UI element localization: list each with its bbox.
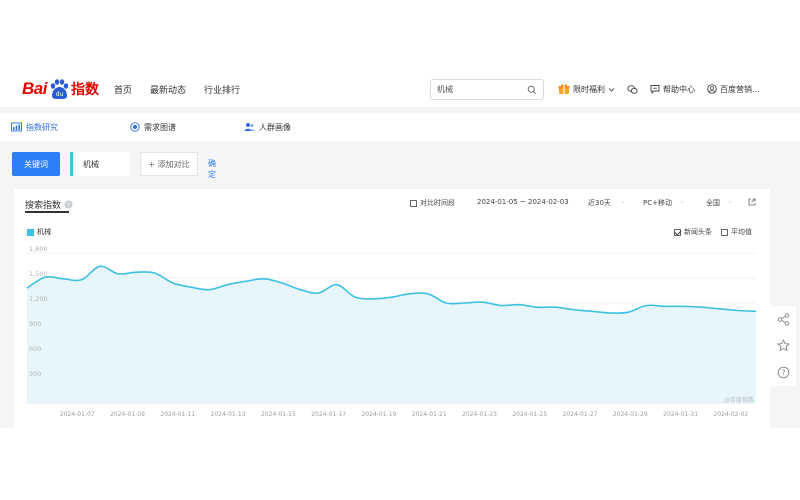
y-tick-label: 900 — [29, 320, 41, 328]
user-menu[interactable]: 百度营销... — [707, 84, 760, 95]
x-tick-label: 2024-01-23 — [462, 411, 497, 418]
gift-icon — [558, 84, 570, 94]
logo-text-index: 指数 — [70, 82, 99, 98]
x-tick-label: 2024-01-27 — [563, 411, 598, 418]
wechat-icon — [627, 84, 638, 94]
main-nav: 首页 最新动态 行业排行 — [114, 70, 240, 108]
nav-latest-news[interactable]: 最新动态 — [150, 83, 186, 96]
nav-home[interactable]: 首页 — [114, 83, 132, 96]
logo-text-bai: Bai — [22, 79, 47, 98]
y-tick-label: 1,800 — [29, 245, 48, 253]
user-label: 百度营销... — [720, 84, 760, 94]
svg-text:?: ? — [781, 368, 785, 377]
tab-demand-label: 需求图谱 — [144, 122, 176, 132]
trend-chart-icon — [11, 122, 22, 132]
analysis-tabs: 指数研究 需求图谱 人群画像 — [0, 113, 800, 141]
y-tick-label: 300 — [29, 370, 41, 378]
series-area-fill — [27, 266, 756, 403]
search-input[interactable] — [437, 85, 523, 94]
add-compare-button[interactable]: + 添加对比 — [140, 152, 198, 176]
x-tick-label: 2024-01-29 — [613, 411, 648, 418]
y-tick-label: 600 — [29, 345, 41, 353]
question-icon[interactable]: ? — [777, 366, 790, 379]
nav-industry-ranking[interactable]: 行业排行 — [204, 83, 240, 96]
x-tick-label: 2024-01-25 — [512, 411, 547, 418]
radar-icon — [130, 122, 140, 132]
x-tick-label: 2024-01-19 — [361, 411, 396, 418]
baidu-index-logo[interactable]: Bai du 指数 — [22, 76, 99, 102]
logo-text-du: du — [56, 91, 64, 98]
x-tick-label: 2024-02-02 — [713, 411, 748, 418]
x-tick-label: 2024-01-07 — [60, 411, 95, 418]
x-tick-label: 2024-01-13 — [211, 411, 246, 418]
search-index-chart[interactable]: 300 600 900 1,200 1,500 1,800 2024-01-07 2024-… — [14, 189, 770, 429]
tab-trend-research[interactable]: 指数研究 — [11, 122, 58, 133]
search-index-card: 搜索指数 ? 对比时间段 2024-01-05 ~ 2024-02-03 近30… — [14, 189, 770, 429]
x-tick-label: 2024-01-15 — [261, 411, 296, 418]
confirm-button[interactable]: 确定 — [208, 158, 216, 180]
user-icon — [707, 84, 717, 94]
chart-watermark: @百度指数 — [724, 396, 754, 404]
search-icon[interactable] — [527, 85, 537, 95]
x-tick-label: 2024-01-17 — [311, 411, 346, 418]
x-tick-label: 2024-01-09 — [110, 411, 145, 418]
nav-right: 限时福利 帮助中心 百度营销... — [558, 70, 772, 108]
x-tick-label: 2024-01-21 — [412, 411, 447, 418]
keyword-button[interactable]: 关键词 — [12, 152, 60, 176]
x-tick-label: 2024-01-11 — [160, 411, 195, 418]
y-tick-label: 1,200 — [29, 295, 48, 303]
floating-toolbar: ? — [770, 306, 796, 386]
promo-label: 限时福利 — [573, 84, 605, 94]
keyword-chip[interactable]: 机械 — [70, 152, 130, 176]
search-box — [430, 79, 544, 100]
star-icon[interactable] — [776, 339, 790, 352]
wechat-button[interactable] — [627, 84, 638, 95]
tab-crowd-portrait[interactable]: 人群画像 — [244, 122, 291, 133]
promo-menu[interactable]: 限时福利 — [558, 83, 615, 95]
top-nav: Bai du 指数 首页 最新动态 行业排行 机械 限时福利 帮助中心 百度营销… — [0, 70, 800, 108]
tab-trend-label: 指数研究 — [26, 122, 58, 132]
crowd-icon — [244, 123, 255, 131]
chevron-down-icon — [608, 87, 615, 92]
baidu-paw-icon: du — [50, 79, 69, 99]
page: Bai du 指数 首页 最新动态 行业排行 机械 限时福利 帮助中心 百度营销… — [0, 0, 800, 500]
tab-crowd-label: 人群画像 — [259, 122, 291, 132]
tab-demand-graph[interactable]: 需求图谱 — [130, 122, 176, 133]
y-tick-label: 1,500 — [29, 270, 48, 278]
chat-bubble-icon — [650, 85, 660, 94]
x-tick-label: 2024-01-31 — [663, 411, 698, 418]
help-center-link[interactable]: 帮助中心 — [650, 84, 695, 95]
share-icon[interactable] — [777, 313, 790, 326]
help-center-label: 帮助中心 — [663, 84, 695, 94]
